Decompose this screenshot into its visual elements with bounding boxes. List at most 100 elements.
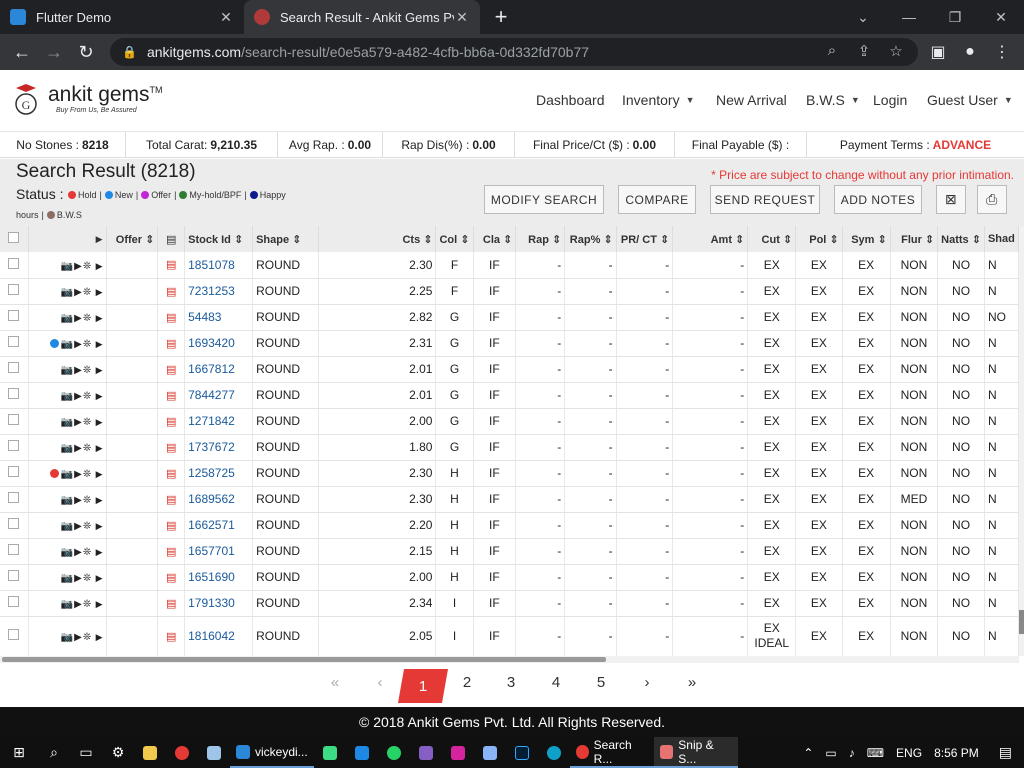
row-media-actions[interactable]: 📷▶❊ ▶: [28, 616, 107, 656]
close-window-icon[interactable]: ✕: [978, 0, 1024, 34]
row-checkbox[interactable]: [0, 252, 29, 279]
row-checkbox[interactable]: [0, 460, 29, 487]
last-page-button[interactable]: »: [680, 674, 704, 691]
network-icon[interactable]: ▭: [825, 746, 836, 760]
cell-stock-id[interactable]: 7231253: [184, 278, 254, 305]
cell-stock-id[interactable]: 1693420: [184, 330, 254, 357]
notification-icon[interactable]: ▤: [999, 744, 1012, 761]
new-tab-button[interactable]: +: [486, 0, 516, 34]
browser-tab-search-result[interactable]: Search Result - Ankit Gems Pvt. L ✕: [244, 0, 480, 34]
browser-tab-flutter-demo[interactable]: Flutter Demo ✕: [0, 0, 244, 34]
row-checkbox[interactable]: [0, 538, 29, 565]
expand-row-icon[interactable]: ▶: [96, 417, 103, 427]
pdf-icon[interactable]: ▤: [157, 538, 186, 565]
windows-start-icon[interactable]: ⊞: [0, 737, 38, 768]
print-icon[interactable]: ⎙: [977, 185, 1007, 214]
next-page-button[interactable]: ›: [635, 674, 659, 691]
chevron-up-icon[interactable]: ⌃: [803, 746, 813, 760]
page-3-button[interactable]: 3: [499, 674, 523, 691]
col-shape[interactable]: Shape ⇕: [252, 226, 319, 252]
expand-row-icon[interactable]: ▶: [96, 365, 103, 375]
share-icon[interactable]: ⇪: [854, 42, 874, 60]
cell-stock-id[interactable]: 1258725: [184, 460, 254, 487]
pdf-icon[interactable]: ▤: [157, 512, 186, 539]
search-icon[interactable]: ⌕: [38, 737, 70, 768]
cell-stock-id[interactable]: 1737672: [184, 434, 254, 461]
camera-video-diamond-icons[interactable]: 📷▶❊: [61, 599, 93, 610]
tab-search-icon[interactable]: ⌄: [840, 0, 886, 34]
nav-login[interactable]: Login: [873, 92, 907, 108]
row-media-actions[interactable]: 📷▶❊ ▶: [28, 382, 107, 409]
expand-row-icon[interactable]: ▶: [96, 599, 103, 609]
camera-video-diamond-icons[interactable]: 📷▶❊: [61, 495, 93, 506]
row-media-actions[interactable]: 📷▶❊ ▶: [28, 356, 107, 383]
table-row[interactable]: 📷▶❊ ▶ ▤ 1662571 ROUND 2.20 H IF - - - - EX EX EX NON NO…: [0, 512, 1019, 539]
row-checkbox[interactable]: [0, 382, 29, 409]
back-icon[interactable]: ←: [6, 36, 38, 68]
expand-row-icon[interactable]: ▶: [96, 547, 103, 557]
col-offer[interactable]: Offer ⇕: [106, 226, 159, 252]
col-stock-id[interactable]: Stock Id ⇕: [184, 226, 254, 252]
cell-stock-id[interactable]: 7844277: [184, 382, 254, 409]
pdf-icon[interactable]: ▤: [157, 590, 186, 617]
pdf-icon[interactable]: ▤: [157, 304, 186, 331]
row-media-actions[interactable]: 📷▶❊ ▶: [28, 486, 107, 513]
ankit-gems-logo-icon[interactable]: G: [14, 84, 38, 116]
row-media-actions[interactable]: 📷▶❊ ▶: [28, 460, 107, 487]
pdf-icon[interactable]: ▤: [157, 278, 186, 305]
scrollbar-thumb[interactable]: [1019, 610, 1024, 634]
nav-new-arrival[interactable]: New Arrival: [716, 92, 787, 108]
pdf-icon[interactable]: ▤: [157, 434, 186, 461]
cell-stock-id[interactable]: 54483: [184, 304, 254, 331]
vscode-icon[interactable]: [346, 737, 378, 768]
pdf-icon[interactable]: ▤: [157, 408, 186, 435]
language-indicator[interactable]: ENG: [896, 746, 922, 760]
minimize-icon[interactable]: —: [886, 0, 932, 34]
table-row[interactable]: 📷▶❊ ▶ ▤ 1816042 ROUND 2.05 I IF - - - - EX IDEAL EX E…: [0, 616, 1019, 656]
keyboard-icon[interactable]: ⌨: [867, 746, 884, 760]
col-natts[interactable]: Natts ⇕: [937, 226, 985, 252]
expand-row-icon[interactable]: ▶: [96, 495, 103, 505]
cell-stock-id[interactable]: 1851078: [184, 252, 254, 279]
pdf-icon[interactable]: ▤: [157, 564, 186, 591]
camera-video-diamond-icons[interactable]: 📷▶❊: [61, 313, 93, 324]
col-cut[interactable]: Cut ⇕: [747, 226, 797, 252]
cell-stock-id[interactable]: 1667812: [184, 356, 254, 383]
row-checkbox[interactable]: [0, 330, 29, 357]
expand-row-icon[interactable]: ▶: [96, 287, 103, 297]
table-row[interactable]: 📷▶❊ ▶ ▤ 1693420 ROUND 2.31 G IF - - - - EX EX EX NON NO…: [0, 330, 1019, 357]
row-media-actions[interactable]: 📷▶❊ ▶: [28, 590, 107, 617]
col-amt[interactable]: Amt ⇕: [672, 226, 749, 252]
horizontal-scrollbar[interactable]: [0, 656, 1019, 663]
photoshop-icon[interactable]: [506, 737, 538, 768]
zoom-search-icon[interactable]: ⌕: [822, 42, 842, 59]
volume-icon[interactable]: ♪: [849, 746, 855, 760]
camera-video-diamond-icons[interactable]: 📷▶❊: [61, 443, 93, 454]
cell-stock-id[interactable]: 1651690: [184, 564, 254, 591]
modify-search-button[interactable]: MODIFY SEARCH: [484, 185, 604, 214]
expand-row-icon[interactable]: ▶: [96, 632, 103, 642]
add-notes-button[interactable]: ADD NOTES: [834, 185, 922, 214]
compare-button[interactable]: COMPARE: [618, 185, 696, 214]
chrome-icon[interactable]: [166, 737, 198, 768]
expand-all-icon[interactable]: ▶: [28, 226, 107, 252]
col-cla[interactable]: Cla ⇕: [473, 226, 517, 252]
table-row[interactable]: 📷▶❊ ▶ ▤ 1689562 ROUND 2.30 H IF - - - - EX EX EX MED NO…: [0, 486, 1019, 513]
android-icon[interactable]: [314, 737, 346, 768]
expand-row-icon[interactable]: ▶: [96, 339, 103, 349]
col-col[interactable]: Col ⇕: [435, 226, 474, 252]
row-checkbox[interactable]: [0, 564, 29, 591]
notepad-icon[interactable]: [198, 737, 230, 768]
row-checkbox[interactable]: [0, 278, 29, 305]
whatsapp-icon[interactable]: [378, 737, 410, 768]
expand-row-icon[interactable]: ▶: [96, 261, 103, 271]
expand-row-icon[interactable]: ▶: [96, 469, 103, 479]
pdf-icon[interactable]: ▤: [157, 460, 186, 487]
table-row[interactable]: 📷▶❊ ▶ ▤ 1851078 ROUND 2.30 F IF - - - - EX EX EX NON NO…: [0, 252, 1019, 279]
col-shad[interactable]: Shad: [984, 226, 1019, 252]
reload-icon[interactable]: ↻: [70, 36, 102, 68]
camera-video-diamond-icons[interactable]: 📷▶❊: [61, 521, 93, 532]
first-page-button[interactable]: «: [323, 674, 347, 691]
cell-stock-id[interactable]: 1791330: [184, 590, 254, 617]
pdf-icon[interactable]: ▤: [157, 252, 186, 279]
